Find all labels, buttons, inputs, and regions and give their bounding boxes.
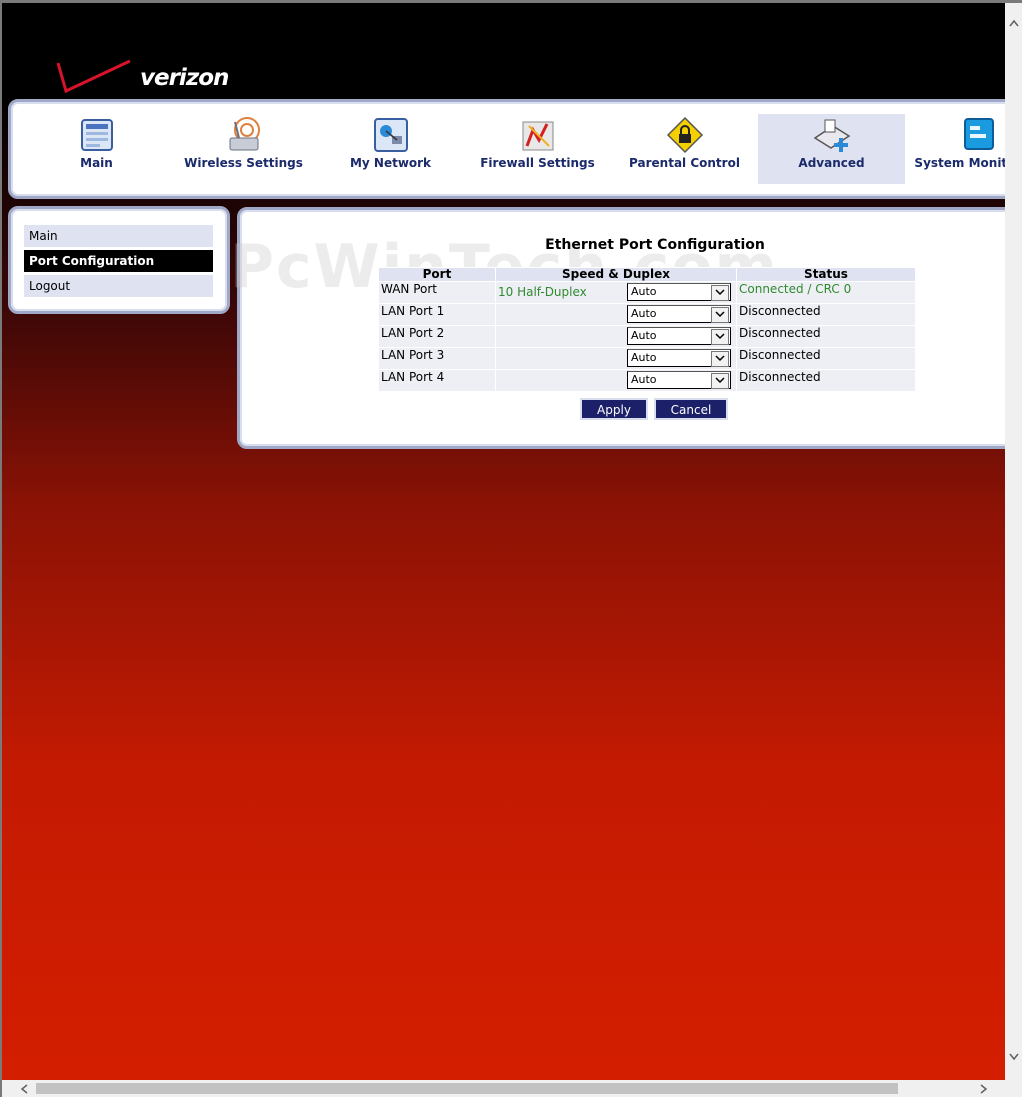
port-status: Connected / CRC 0 bbox=[737, 282, 915, 303]
content-panel: PcWinTech.com Ethernet Port Configuratio… bbox=[230, 207, 1005, 449]
select-value: Auto bbox=[631, 373, 657, 386]
cancel-button[interactable]: Cancel bbox=[654, 398, 728, 420]
speed-cell: Auto bbox=[496, 326, 736, 347]
chevron-down-icon[interactable] bbox=[711, 307, 729, 323]
nav-main[interactable]: Main bbox=[23, 114, 170, 184]
speed-cell: Auto bbox=[496, 304, 736, 325]
chevron-down-icon[interactable] bbox=[711, 329, 729, 345]
nav-system-monitoring[interactable]: System Monitoring bbox=[905, 114, 1005, 184]
port-name: WAN Port bbox=[379, 282, 495, 303]
table-row: LAN Port 2 Auto Disconnected bbox=[379, 326, 915, 347]
wireless-icon bbox=[229, 117, 260, 151]
nav-label: Wireless Settings bbox=[184, 156, 303, 170]
select-value: Auto bbox=[631, 351, 657, 364]
port-status: Disconnected bbox=[737, 304, 915, 325]
table-row: WAN Port 10 Half-Duplex Auto Connected /… bbox=[379, 282, 915, 303]
scroll-down-icon[interactable] bbox=[1009, 1053, 1019, 1061]
horizontal-scrollbar[interactable] bbox=[2, 1080, 1022, 1097]
table-row: LAN Port 1 Auto Disconnected bbox=[379, 304, 915, 325]
verizon-check-icon bbox=[56, 59, 131, 94]
nav-label: Parental Control bbox=[629, 156, 740, 170]
sidebar-item-logout[interactable]: Logout bbox=[24, 275, 213, 297]
nav-my-network[interactable]: My Network bbox=[317, 114, 464, 184]
select-value: Auto bbox=[631, 329, 657, 342]
network-icon bbox=[373, 118, 408, 152]
speed-duplex-select[interactable]: Auto bbox=[627, 349, 731, 367]
speed-duplex-select[interactable]: Auto bbox=[627, 327, 731, 345]
port-status: Disconnected bbox=[737, 326, 915, 347]
nav-wireless-settings[interactable]: Wireless Settings bbox=[170, 114, 317, 184]
port-status: Disconnected bbox=[737, 348, 915, 369]
speed-duplex-select[interactable]: Auto bbox=[627, 305, 731, 323]
speed-duplex-select[interactable]: Auto bbox=[627, 371, 731, 389]
port-table: Port Speed & Duplex Status WAN Port 10 H… bbox=[378, 267, 916, 392]
select-value: Auto bbox=[631, 285, 657, 298]
nav-label: Advanced bbox=[798, 156, 865, 170]
monitor-icon bbox=[963, 118, 994, 150]
vertical-scrollbar[interactable] bbox=[1005, 3, 1022, 1080]
side-navigation: Main Port Configuration Logout bbox=[8, 206, 230, 314]
scrollbar-thumb[interactable] bbox=[36, 1083, 898, 1094]
scroll-up-icon[interactable] bbox=[1009, 19, 1019, 27]
table-row: LAN Port 3 Auto Disconnected bbox=[379, 348, 915, 369]
table-header-row: Port Speed & Duplex Status bbox=[379, 268, 915, 281]
header-speed: Speed & Duplex bbox=[496, 268, 736, 281]
speed-value: 10 Half-Duplex bbox=[498, 285, 587, 299]
header-port: Port bbox=[379, 268, 495, 281]
verizon-logo: verizon bbox=[54, 53, 244, 99]
port-status: Disconnected bbox=[737, 370, 915, 391]
nav-label: Main bbox=[80, 156, 113, 170]
nav-firewall-settings[interactable]: Firewall Settings bbox=[464, 114, 611, 184]
port-name: LAN Port 1 bbox=[379, 304, 495, 325]
page-title: Ethernet Port Configuration bbox=[545, 237, 765, 253]
firewall-icon bbox=[522, 121, 553, 151]
speed-cell: 10 Half-Duplex Auto bbox=[496, 282, 736, 303]
chevron-down-icon[interactable] bbox=[711, 285, 729, 301]
scroll-left-icon[interactable] bbox=[20, 1084, 28, 1094]
logo-text: verizon bbox=[140, 65, 229, 91]
table-row: LAN Port 4 Auto Disconnected bbox=[379, 370, 915, 391]
scroll-right-icon[interactable] bbox=[980, 1084, 988, 1094]
nav-advanced[interactable]: Advanced bbox=[758, 114, 905, 184]
port-name: LAN Port 2 bbox=[379, 326, 495, 347]
header-status: Status bbox=[737, 268, 915, 281]
nav-parental-control[interactable]: Parental Control bbox=[611, 114, 758, 184]
nav-label: System Monitoring bbox=[914, 156, 1005, 170]
port-name: LAN Port 3 bbox=[379, 348, 495, 369]
nav-label: My Network bbox=[349, 156, 432, 170]
nav-label: Firewall Settings bbox=[480, 156, 595, 170]
sidebar-item-port-configuration[interactable]: Port Configuration bbox=[24, 250, 213, 272]
sidebar-item-main[interactable]: Main bbox=[24, 225, 213, 247]
apply-button[interactable]: Apply bbox=[580, 398, 648, 420]
speed-cell: Auto bbox=[496, 370, 736, 391]
chevron-down-icon[interactable] bbox=[711, 351, 729, 367]
top-navigation: Main Wireless Settings My Network Firewa… bbox=[8, 99, 1005, 199]
speed-duplex-select[interactable]: Auto bbox=[627, 283, 731, 301]
lock-icon bbox=[666, 116, 703, 154]
advanced-icon bbox=[813, 119, 850, 152]
speed-cell: Auto bbox=[496, 348, 736, 369]
select-value: Auto bbox=[631, 307, 657, 320]
main-icon bbox=[80, 119, 113, 151]
port-name: LAN Port 4 bbox=[379, 370, 495, 391]
page-viewport: verizon Main Wireless Settings My Networ… bbox=[2, 3, 1005, 1080]
chevron-down-icon[interactable] bbox=[711, 373, 729, 389]
